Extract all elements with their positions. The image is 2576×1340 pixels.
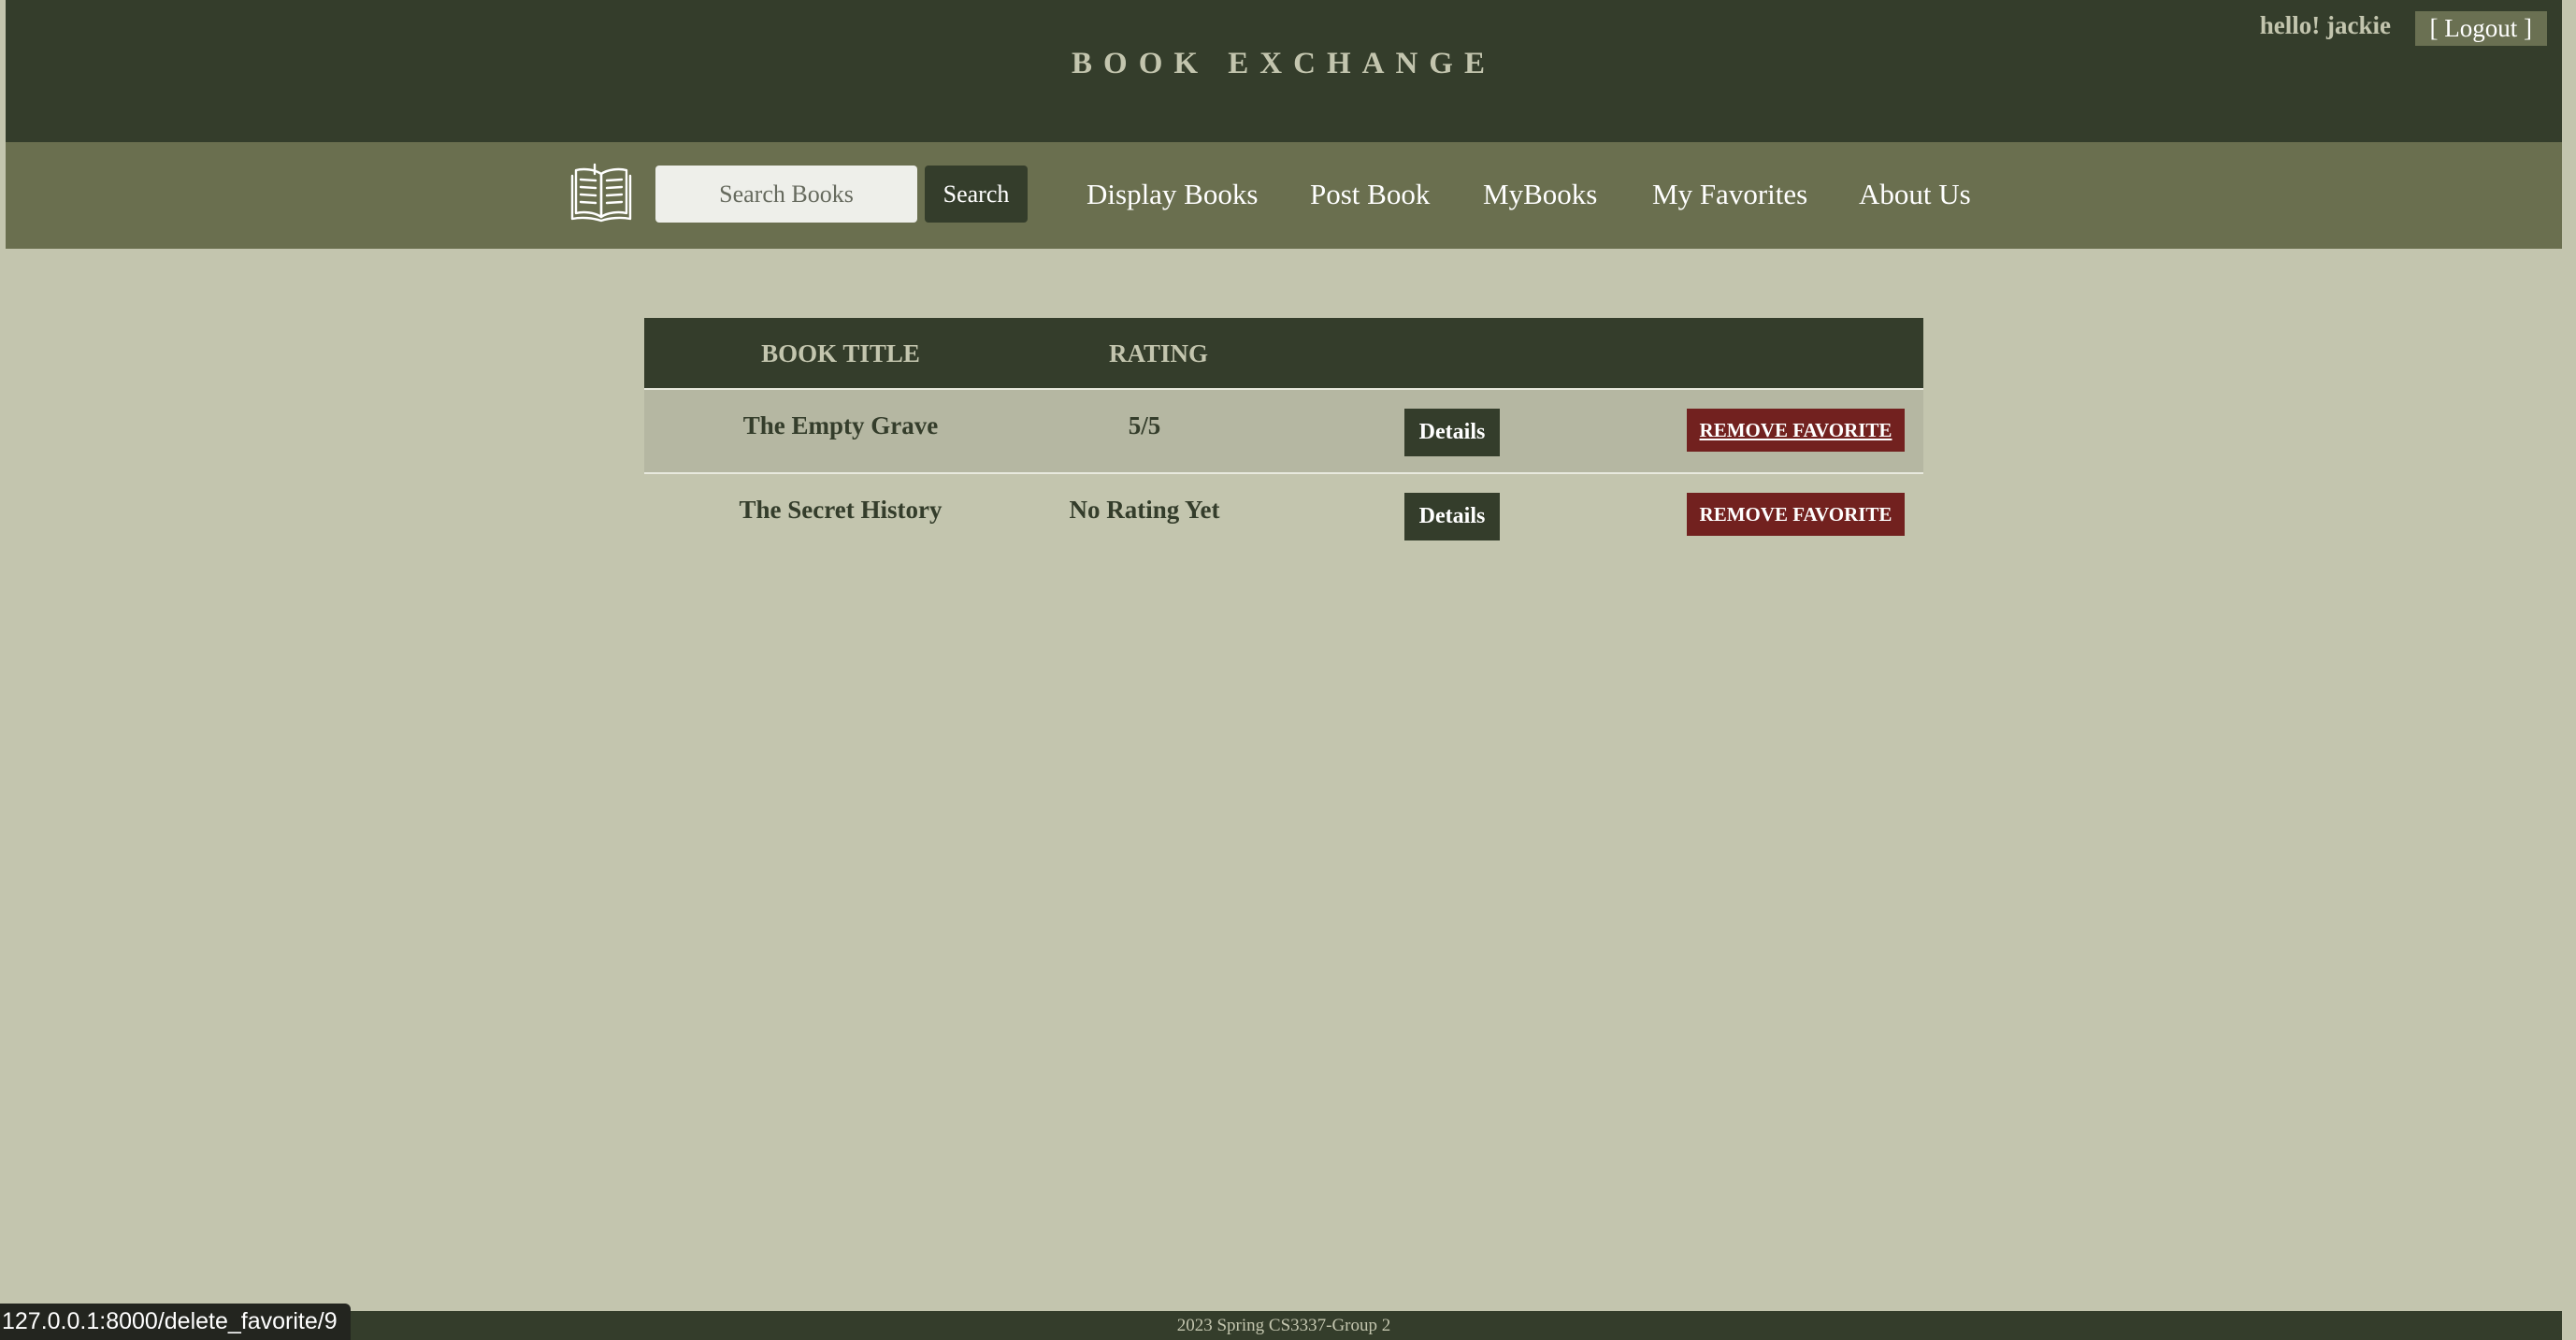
nav-mybooks[interactable]: MyBooks: [1483, 178, 1597, 211]
remove-favorite-button[interactable]: REMOVE FAVORITE: [1687, 409, 1905, 452]
table-row: The Secret History No Rating Yet Details…: [644, 474, 1923, 556]
footer-text: 2023 Spring CS3337-Group 2: [1176, 1316, 1391, 1335]
nav-about-us[interactable]: About Us: [1859, 178, 1971, 211]
top-header: BOOK EXCHANGE hello! jackie [ Logout ]: [6, 0, 2562, 142]
search-button[interactable]: Search: [925, 166, 1028, 223]
details-button[interactable]: Details: [1404, 409, 1500, 456]
nav-bar: Search Display Books Post Book MyBooks M…: [6, 142, 2562, 249]
rating-cell: 5/5: [1128, 411, 1161, 439]
user-greeting: hello! jackie: [2259, 11, 2391, 39]
nav-post-book[interactable]: Post Book: [1310, 178, 1430, 211]
search-input[interactable]: [655, 166, 917, 223]
nav-display-books[interactable]: Display Books: [1087, 178, 1258, 211]
footer: 2023 Spring CS3337-Group 2: [6, 1311, 2562, 1340]
open-book-icon[interactable]: [570, 161, 632, 223]
logout-button[interactable]: [ Logout ]: [2414, 11, 2547, 46]
favorites-table: BOOK TITLE RATING The Empty Grave 5/5 De…: [644, 318, 1923, 556]
site-title: BOOK EXCHANGE: [1072, 47, 1496, 80]
remove-favorite-button[interactable]: REMOVE FAVORITE: [1687, 493, 1905, 536]
book-title-cell: The Secret History: [739, 496, 943, 524]
link-status-bar: 127.0.0.1:8000/delete_favorite/9: [0, 1304, 351, 1340]
nav-my-favorites[interactable]: My Favorites: [1652, 178, 1807, 211]
details-button[interactable]: Details: [1404, 493, 1500, 540]
book-title-cell: The Empty Grave: [742, 411, 939, 439]
rating-cell: No Rating Yet: [1069, 496, 1220, 524]
table-header: BOOK TITLE RATING: [644, 318, 1923, 390]
column-header-rating: RATING: [1108, 339, 1208, 367]
column-header-book-title: BOOK TITLE: [761, 339, 920, 367]
table-row: The Empty Grave 5/5 Details REMOVE FAVOR…: [644, 390, 1923, 474]
